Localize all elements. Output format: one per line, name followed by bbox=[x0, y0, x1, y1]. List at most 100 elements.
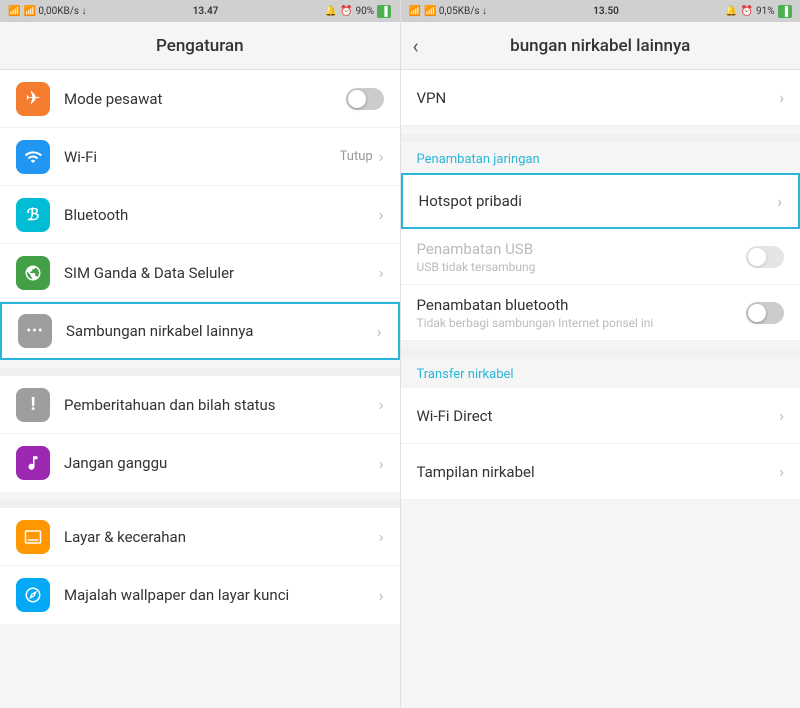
wallpaper-label: Majalah wallpaper dan layar kunci bbox=[64, 586, 379, 604]
right-section-transfer: Wi-Fi Direct › Tampilan nirkabel › bbox=[401, 388, 800, 500]
right-title: bungan nirkabel lainnya bbox=[510, 36, 690, 56]
jangan-ganggu-label: Jangan ganggu bbox=[64, 454, 379, 472]
sim-icon bbox=[16, 256, 50, 290]
left-notification-icon: 🔔 bbox=[325, 6, 337, 17]
settings-item-layar[interactable]: Layar & kecerahan › bbox=[0, 508, 400, 566]
right-content: VPN › Penambatan jaringan Hotspot pribad… bbox=[401, 70, 800, 708]
pemberitahuan-icon: ! bbox=[16, 388, 50, 422]
hotspot-label: Hotspot pribadi bbox=[419, 192, 778, 210]
usb-sublabel: USB tidak tersambung bbox=[417, 260, 747, 274]
left-panel: 📶 📶 0,00KB/s ↓ 13.47 🔔 ⏰ 90% ▐ Pengatura… bbox=[0, 0, 400, 708]
left-content: ✈ Mode pesawat Wi-Fi T bbox=[0, 70, 400, 708]
right-item-tampilan[interactable]: Tampilan nirkabel › bbox=[401, 444, 800, 500]
sim-chevron: › bbox=[379, 263, 384, 282]
right-header: ‹ bungan nirkabel lainnya bbox=[401, 22, 800, 70]
right-battery-text: 91% bbox=[756, 6, 775, 17]
section-transfer-label-wrapper: Transfer nirkabel bbox=[401, 357, 800, 388]
wifi-icon bbox=[16, 140, 50, 174]
tampilan-chevron: › bbox=[779, 462, 784, 481]
bluetooth-label: Bluetooth bbox=[64, 206, 379, 224]
left-status-left: 📶 📶 0,00KB/s ↓ bbox=[8, 6, 87, 17]
right-signal-icon: 📶 bbox=[409, 6, 421, 17]
wallpaper-chevron: › bbox=[379, 586, 384, 605]
back-button[interactable]: ‹ bbox=[413, 34, 419, 58]
wifi-direct-label: Wi-Fi Direct bbox=[417, 407, 780, 425]
bt-tethering-label: Penambatan bluetooth bbox=[417, 296, 747, 314]
right-section-vpn: VPN › bbox=[401, 70, 800, 126]
settings-item-sim[interactable]: SIM Ganda & Data Seluler › bbox=[0, 244, 400, 302]
section-penambatan-label-wrapper: Penambatan jaringan bbox=[401, 142, 800, 173]
sambungan-icon: ••• bbox=[18, 314, 52, 348]
mode-pesawat-toggle[interactable] bbox=[346, 88, 384, 110]
left-battery-icon: ▐ bbox=[377, 5, 391, 18]
bt-tethering-toggle[interactable] bbox=[746, 302, 784, 324]
left-section-1: ✈ Mode pesawat Wi-Fi T bbox=[0, 70, 400, 360]
wallpaper-icon bbox=[16, 578, 50, 612]
right-item-wifi-direct[interactable]: Wi-Fi Direct › bbox=[401, 388, 800, 444]
settings-item-mode-pesawat[interactable]: ✈ Mode pesawat bbox=[0, 70, 400, 128]
right-panel: 📶 📶 0,05KB/s ↓ 13.50 🔔 ⏰ 91% ▐ ‹ bungan … bbox=[401, 0, 800, 708]
jangan-ganggu-chevron: › bbox=[379, 454, 384, 473]
wifi-direct-chevron: › bbox=[779, 406, 784, 425]
left-header: Pengaturan bbox=[0, 22, 400, 70]
right-status-right: 🔔 ⏰ 91% ▐ bbox=[725, 5, 792, 18]
penambatan-section-label: Penambatan jaringan bbox=[401, 142, 800, 173]
left-title: Pengaturan bbox=[156, 36, 244, 56]
hotspot-chevron: › bbox=[777, 192, 782, 211]
transfer-section-label: Transfer nirkabel bbox=[401, 357, 800, 388]
settings-item-wifi[interactable]: Wi-Fi Tutup › bbox=[0, 128, 400, 186]
usb-label: Penambatan USB bbox=[417, 240, 747, 258]
layar-icon bbox=[16, 520, 50, 554]
tampilan-label: Tampilan nirkabel bbox=[417, 463, 780, 481]
right-item-usb[interactable]: Penambatan USB USB tidak tersambung bbox=[401, 229, 800, 285]
settings-item-sambungan[interactable]: ••• Sambungan nirkabel lainnya › bbox=[0, 302, 400, 360]
wifi-chevron: › bbox=[379, 147, 384, 166]
mode-pesawat-label: Mode pesawat bbox=[64, 90, 346, 108]
right-item-hotspot[interactable]: Hotspot pribadi › bbox=[401, 173, 800, 229]
left-speed-text: 📶 0,00KB/s ↓ bbox=[23, 6, 86, 17]
right-battery-icon: ▐ bbox=[778, 5, 792, 18]
right-section-penambatan: Hotspot pribadi › Penambatan USB USB tid… bbox=[401, 173, 800, 341]
right-time: 13.50 bbox=[593, 6, 619, 17]
wifi-label: Wi-Fi bbox=[64, 148, 340, 166]
right-item-vpn[interactable]: VPN › bbox=[401, 70, 800, 126]
left-battery-text: 90% bbox=[356, 6, 375, 17]
bt-tethering-sublabel: Tidak berbagi sambungan Internet ponsel … bbox=[417, 316, 747, 330]
pemberitahuan-label: Pemberitahuan dan bilah status bbox=[64, 396, 379, 414]
settings-item-wallpaper[interactable]: Majalah wallpaper dan layar kunci › bbox=[0, 566, 400, 624]
right-item-bt-tethering[interactable]: Penambatan bluetooth Tidak berbagi sambu… bbox=[401, 285, 800, 341]
vpn-label: VPN bbox=[417, 89, 780, 107]
left-alarm-icon: ⏰ bbox=[340, 6, 352, 17]
bluetooth-icon: ℬ bbox=[16, 198, 50, 232]
wifi-status-text: Tutup bbox=[340, 149, 373, 164]
jangan-ganggu-icon bbox=[16, 446, 50, 480]
usb-toggle[interactable] bbox=[746, 246, 784, 268]
bluetooth-chevron: › bbox=[379, 205, 384, 224]
settings-item-bluetooth[interactable]: ℬ Bluetooth › bbox=[0, 186, 400, 244]
right-gap-2 bbox=[401, 349, 800, 357]
settings-item-jangan-ganggu[interactable]: Jangan ganggu › bbox=[0, 434, 400, 492]
mode-pesawat-icon: ✈ bbox=[16, 82, 50, 116]
pemberitahuan-chevron: › bbox=[379, 395, 384, 414]
left-gap-2 bbox=[0, 500, 400, 508]
right-notification-icon: 🔔 bbox=[725, 6, 737, 17]
right-status-bar: 📶 📶 0,05KB/s ↓ 13.50 🔔 ⏰ 91% ▐ bbox=[401, 0, 800, 22]
right-gap-1 bbox=[401, 134, 800, 142]
sambungan-chevron: › bbox=[377, 322, 382, 341]
settings-item-pemberitahuan[interactable]: ! Pemberitahuan dan bilah status › bbox=[0, 376, 400, 434]
left-status-right: 🔔 ⏰ 90% ▐ bbox=[325, 5, 392, 18]
layar-label: Layar & kecerahan bbox=[64, 528, 379, 546]
sim-label: SIM Ganda & Data Seluler bbox=[64, 264, 379, 282]
vpn-chevron: › bbox=[779, 88, 784, 107]
left-status-bar: 📶 📶 0,00KB/s ↓ 13.47 🔔 ⏰ 90% ▐ bbox=[0, 0, 400, 22]
left-signal-icon: 📶 bbox=[8, 6, 20, 17]
left-gap-1 bbox=[0, 368, 400, 376]
right-status-left: 📶 📶 0,05KB/s ↓ bbox=[409, 6, 488, 17]
left-time: 13.47 bbox=[193, 6, 219, 17]
right-alarm-icon: ⏰ bbox=[741, 6, 753, 17]
layar-chevron: › bbox=[379, 527, 384, 546]
left-section-2: ! Pemberitahuan dan bilah status › Janga… bbox=[0, 376, 400, 492]
left-section-3: Layar & kecerahan › Majalah wallpaper da… bbox=[0, 508, 400, 624]
right-speed-text: 📶 0,05KB/s ↓ bbox=[424, 6, 487, 17]
sambungan-label: Sambungan nirkabel lainnya bbox=[66, 322, 377, 340]
